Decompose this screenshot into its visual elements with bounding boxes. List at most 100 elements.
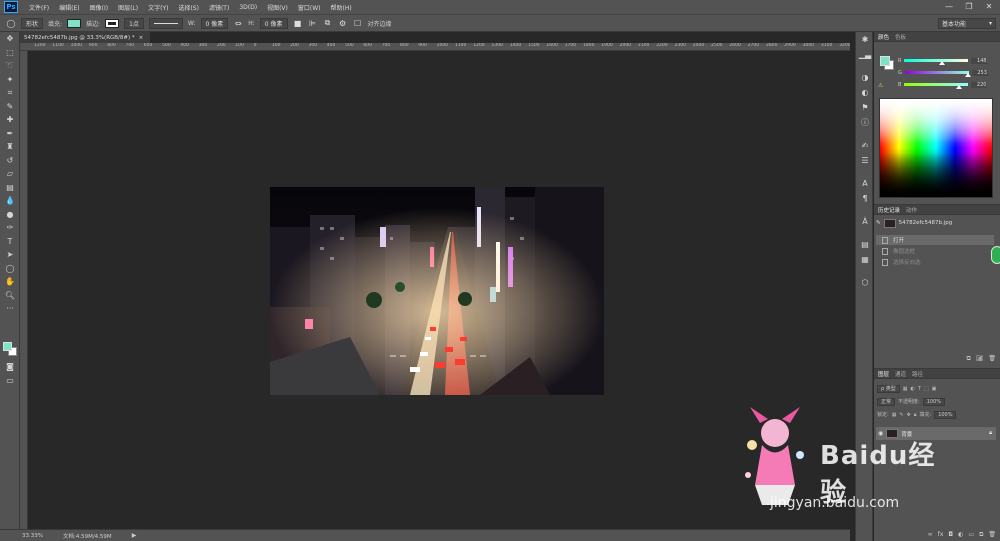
3d-icon[interactable]: ⬡ [856, 275, 874, 290]
magic-wand-tool-icon[interactable]: ✦ [0, 73, 20, 87]
menu-help[interactable]: 帮助(H) [326, 3, 357, 12]
new-document-from-state-icon[interactable]: ⧉ [966, 355, 970, 363]
blur-tool-icon[interactable]: 💧 [0, 194, 20, 208]
history-item[interactable]: 椭圆选框 [876, 246, 994, 256]
minimize-button[interactable]: — [940, 1, 958, 12]
align-edges-checkbox[interactable]: ☐ [353, 18, 363, 28]
red-value[interactable]: 148 [971, 57, 988, 64]
camera-icon[interactable]: 📷︎ [976, 355, 984, 363]
tab-history[interactable]: 历史记录 [878, 206, 900, 214]
link-layers-icon[interactable]: ∞ [928, 531, 933, 539]
ellipse-tool-preset-icon[interactable]: ◯ [6, 18, 16, 28]
menu-edit[interactable]: 编辑(E) [54, 3, 84, 12]
path-arrangement-icon[interactable]: ⧉ [323, 18, 333, 28]
more-tools-icon[interactable]: ··· [0, 302, 20, 316]
color-panel-icon[interactable]: ✱ [856, 32, 874, 47]
stroke-style-select[interactable] [148, 17, 183, 29]
stroke-swatch[interactable] [105, 18, 120, 28]
tab-paths[interactable]: 路径 [912, 370, 923, 378]
ellipse-tool-icon[interactable]: ◯ [0, 262, 20, 276]
blue-slider[interactable] [904, 83, 969, 89]
layer-style-icon[interactable]: fx [938, 531, 944, 539]
menu-file[interactable]: 文件(F) [24, 3, 54, 12]
notes-icon[interactable]: ▦ [856, 252, 874, 267]
tool-mode-select[interactable]: 形状 [21, 17, 44, 29]
stamp-tool-icon[interactable]: ♜ [0, 140, 20, 154]
healing-brush-tool-icon[interactable]: ✚ [0, 113, 20, 127]
floating-assistant-button[interactable] [991, 246, 1000, 264]
swatches-icon[interactable]: ◑ [856, 70, 874, 85]
color-swatches[interactable] [3, 342, 17, 356]
tab-layers[interactable]: 图层 [878, 370, 889, 378]
brush-tool-icon[interactable]: ✒ [0, 127, 20, 141]
restore-button[interactable]: ❐ [960, 1, 978, 12]
menu-window[interactable]: 窗口(W) [293, 3, 326, 12]
zoom-tool-icon[interactable]: 🔍︎ [0, 289, 20, 303]
crop-tool-icon[interactable]: ⌗ [0, 86, 20, 100]
link-icon[interactable]: ⇔ [233, 18, 243, 28]
red-slider-thumb[interactable] [938, 61, 945, 65]
stroke-width-select[interactable]: 1点 [124, 17, 144, 29]
workspace-select[interactable]: 基本功能 ▾ [938, 18, 996, 29]
menu-3d[interactable]: 3D(D) [234, 4, 262, 11]
color-spectrum[interactable] [879, 98, 993, 198]
height-field[interactable]: 0 像素 [259, 17, 288, 29]
path-alignment-icon[interactable]: ⊫ [308, 18, 318, 28]
green-slider-thumb[interactable] [965, 73, 972, 77]
gradient-tool-icon[interactable]: ▤ [0, 181, 20, 195]
adjustment-layer-icon[interactable]: ◐ [958, 531, 963, 539]
lasso-tool-icon[interactable]: ➰ [0, 59, 20, 73]
quick-mask-icon[interactable]: ◙ [0, 360, 20, 374]
out-of-gamut-warning-icon[interactable]: ⚠ [878, 82, 883, 89]
filter-shape-icon[interactable]: ⬚ [924, 386, 929, 392]
filter-smart-object-icon[interactable]: ▣ [932, 386, 937, 392]
character-icon[interactable]: A [856, 176, 874, 191]
green-value[interactable]: 253 [971, 69, 988, 76]
layer-comps-icon[interactable]: ▤ [856, 237, 874, 252]
histogram-icon[interactable]: ▁▃ [856, 47, 874, 62]
path-operations-icon[interactable]: ■ [293, 18, 303, 28]
eraser-tool-icon[interactable]: ▱ [0, 167, 20, 181]
filter-adjustment-icon[interactable]: ◐ [911, 386, 915, 392]
path-selection-tool-icon[interactable]: ➤ [0, 248, 20, 262]
info-icon[interactable]: ⓘ [856, 115, 874, 130]
brush-settings-icon[interactable]: ☰ [856, 153, 874, 168]
eyedropper-tool-icon[interactable]: ✎ [0, 100, 20, 114]
filter-pixel-icon[interactable]: ▦ [903, 386, 908, 392]
screen-mode-icon[interactable]: ▭ [0, 374, 20, 388]
dodge-tool-icon[interactable]: ● [0, 208, 20, 222]
close-icon[interactable]: × [139, 35, 144, 41]
menu-type[interactable]: 文字(Y) [143, 3, 173, 12]
width-field[interactable]: 0 像素 [200, 17, 229, 29]
history-brush-tool-icon[interactable]: ↺ [0, 154, 20, 168]
history-brush-source-icon[interactable]: ✎ [876, 220, 881, 226]
menu-select[interactable]: 选择(S) [173, 3, 204, 12]
zoom-level[interactable]: 33.33% [22, 533, 43, 539]
horizontal-ruler[interactable]: 1200 1100 1000 900 800 700 600 500 400 300 200 100 0… [20, 43, 850, 51]
hand-tool-icon[interactable]: ✋ [0, 275, 20, 289]
foreground-color-swatch[interactable] [3, 342, 12, 351]
brush-presets-icon[interactable]: ✍ [856, 138, 874, 153]
history-snapshot[interactable]: ✎ 54782efc5487b.jpg [876, 217, 996, 229]
menu-image[interactable]: 图像(I) [85, 3, 113, 12]
tab-swatches[interactable]: 色板 [895, 33, 906, 41]
gear-icon[interactable]: ⚙ [338, 18, 348, 28]
status-menu-arrow-icon[interactable]: ▶ [132, 532, 137, 539]
vertical-ruler[interactable] [20, 51, 28, 529]
adjustments-icon[interactable]: ◐ [856, 85, 874, 100]
color-panel-foreground-swatch[interactable] [880, 56, 890, 66]
filter-type-icon[interactable]: T [918, 386, 921, 392]
styles-icon[interactable]: ⚑ [856, 100, 874, 115]
document-image[interactable] [270, 187, 604, 395]
trash-icon[interactable]: 🗑︎ [988, 531, 996, 539]
green-slider[interactable] [904, 71, 972, 77]
tab-channels[interactable]: 通道 [895, 370, 906, 378]
marquee-tool-icon[interactable]: ⬚ [0, 46, 20, 60]
history-item[interactable]: 选择反向选 [876, 257, 994, 267]
blue-slider-thumb[interactable] [956, 85, 963, 89]
new-layer-icon[interactable]: ⧉ [979, 531, 983, 539]
document-tab[interactable]: 54782efc5487b.jpg @ 33.3%(RGB/8#) * × [20, 32, 150, 43]
menu-layer[interactable]: 图层(L) [113, 3, 143, 12]
fill-swatch[interactable] [67, 18, 82, 28]
pen-tool-icon[interactable]: ✑ [0, 221, 20, 235]
